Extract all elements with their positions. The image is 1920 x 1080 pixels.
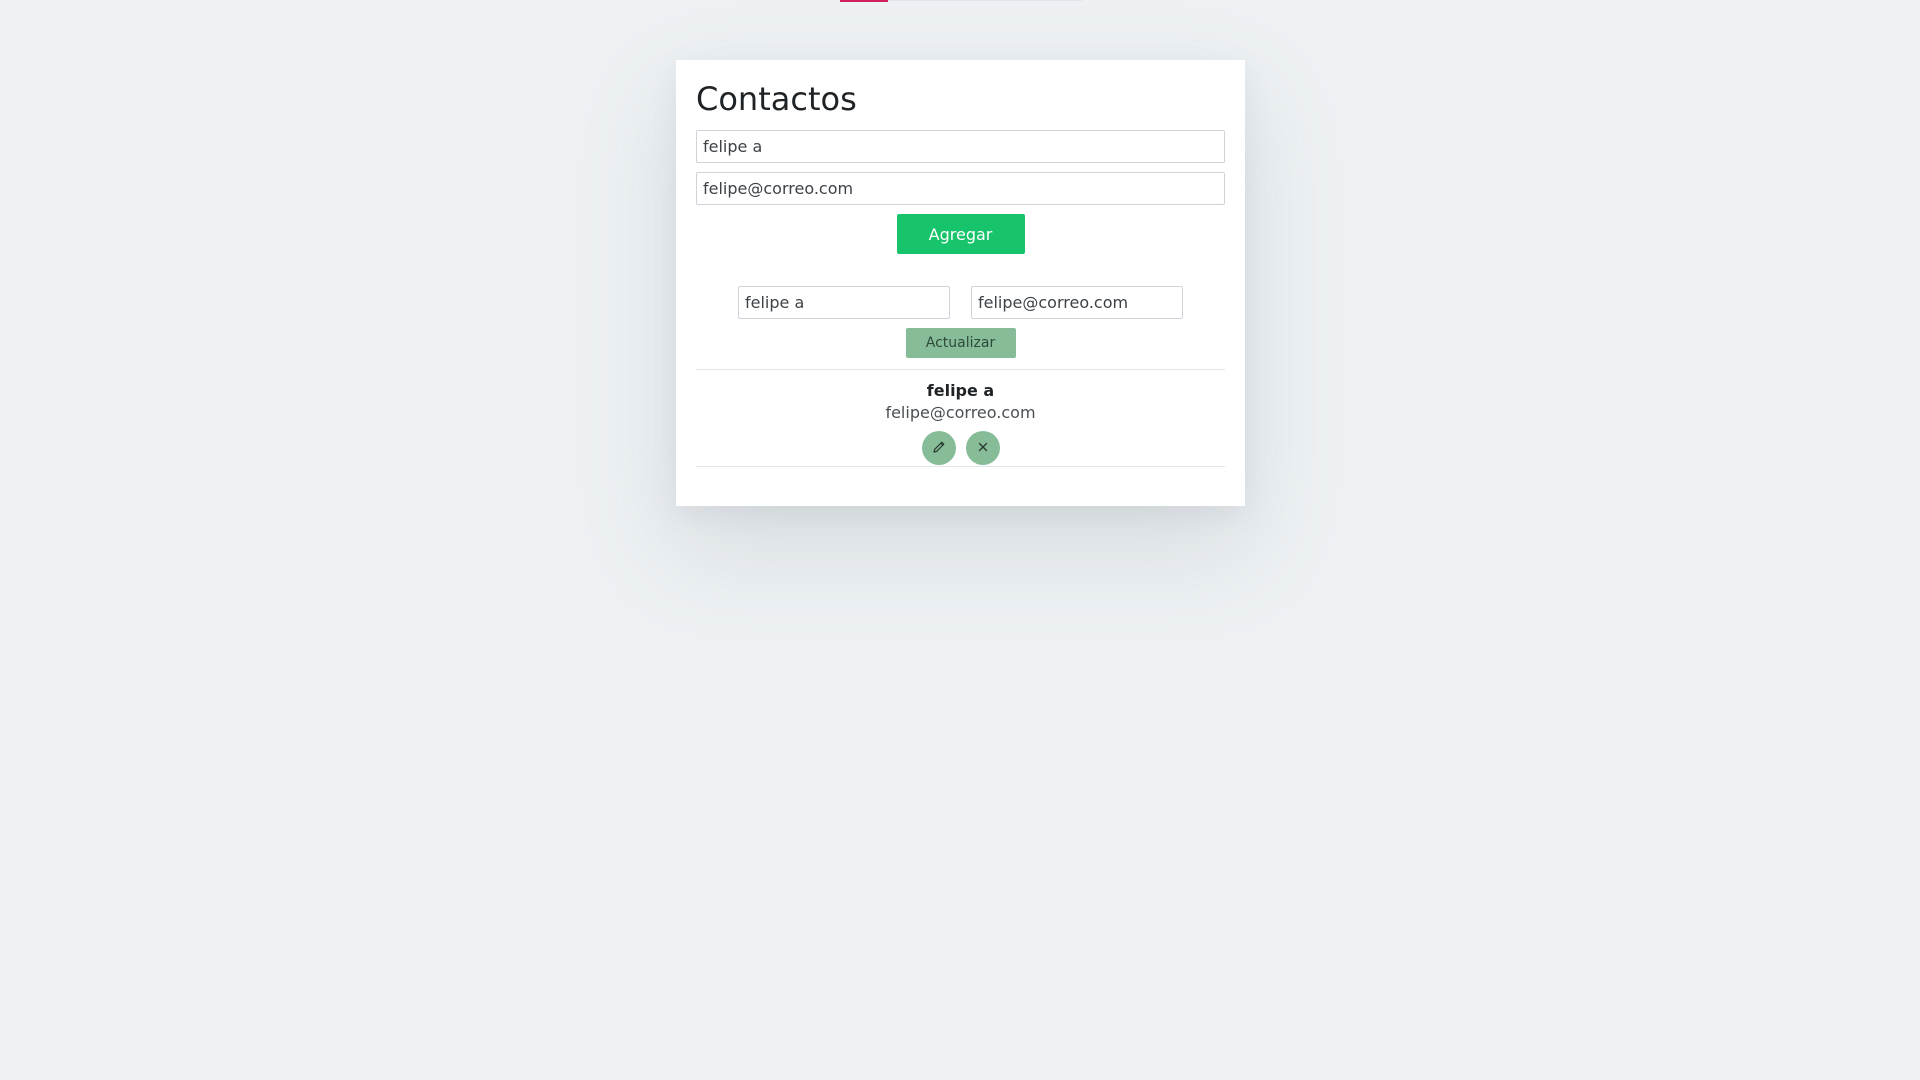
edit-name-input[interactable]	[738, 286, 950, 319]
edit-form	[696, 286, 1225, 319]
page-title: Contactos	[696, 80, 857, 118]
delete-contact-button[interactable]	[965, 431, 1000, 465]
name-input[interactable]	[696, 130, 1225, 163]
contact-email: felipe@correo.com	[885, 403, 1036, 422]
update-button-row: Actualizar	[696, 328, 1225, 358]
contact-actions	[696, 431, 1225, 465]
contact-name: felipe a	[926, 381, 995, 400]
update-button[interactable]: Actualizar	[905, 328, 1016, 358]
pencil-icon	[931, 439, 947, 458]
email-input[interactable]	[696, 172, 1225, 205]
top-progress-bar	[840, 0, 1082, 2]
divider	[696, 466, 1225, 467]
edit-email-input[interactable]	[971, 286, 1183, 319]
contacts-card: Contactos Agregar Actualizar felipe a fe…	[676, 60, 1245, 506]
edit-contact-button[interactable]	[921, 431, 956, 465]
top-progress-fill	[840, 0, 889, 2]
close-icon	[976, 440, 990, 457]
list-item: felipe a felipe@correo.com	[696, 370, 1225, 466]
add-button[interactable]: Agregar	[896, 214, 1025, 254]
add-button-row: Agregar	[696, 214, 1225, 286]
